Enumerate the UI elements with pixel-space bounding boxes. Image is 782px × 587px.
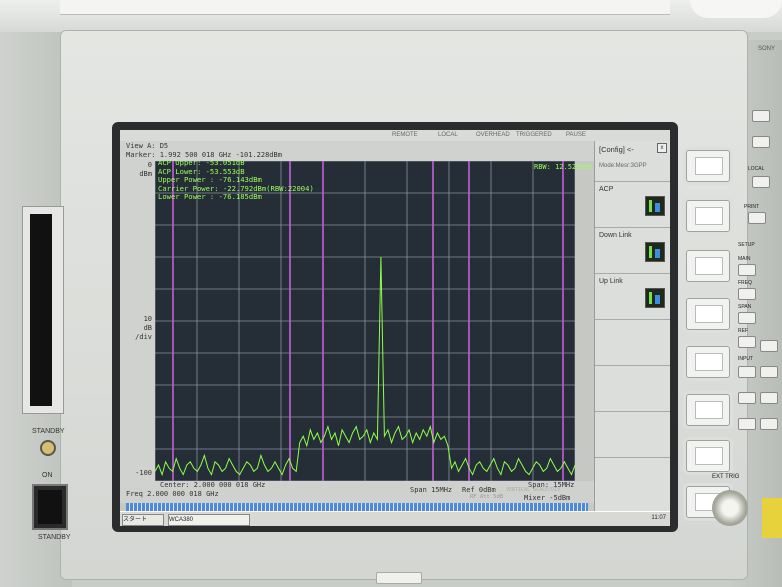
status-bar: REMOTE LOCAL OVERHEAD TRIGGERED PAUSE (120, 130, 670, 141)
ref-label: REF (738, 328, 748, 334)
softkey-button-2[interactable] (686, 200, 730, 232)
bezel-release-tab[interactable] (376, 572, 422, 584)
softkey-button-5[interactable] (686, 346, 730, 378)
freq-label: FREQ (738, 280, 752, 286)
status-overhead: OVERHEAD (476, 132, 510, 138)
main-label: MAIN (738, 256, 751, 262)
softkey-button-3[interactable] (686, 250, 730, 282)
side-menu: [Config] <- x Mode:Mesr:3GPP ACP Down Li… (594, 141, 670, 511)
freq-key[interactable] (738, 288, 756, 300)
analyzer-screen: REMOTE LOCAL OVERHEAD TRIGGERED PAUSE Vi… (120, 130, 670, 526)
input-key-3[interactable] (738, 418, 756, 430)
local-key[interactable] (752, 176, 770, 188)
taskbar-app-button[interactable]: WCA380 (168, 514, 250, 526)
taskbar: スタート WCA380 11:07 (120, 511, 670, 526)
acp-icon (645, 196, 665, 216)
center-frequency: Center: 2.000 000 018 GHz (160, 481, 266, 489)
y-tick-bottom: -100 (135, 469, 152, 477)
standby-label-bottom: STANDBY (38, 534, 71, 541)
ref-level: Ref 0dBm (462, 486, 496, 494)
tray-clock: 11:07 (651, 515, 666, 521)
input-key-1[interactable] (738, 366, 756, 378)
paper-roll (690, 0, 782, 18)
downlink-icon (645, 242, 665, 262)
print-key[interactable] (748, 212, 766, 224)
mixer-level: Mixer -5dBm (524, 494, 571, 502)
y-tick-mid-unit2: /div (135, 333, 152, 341)
menu-title: [Config] <- (599, 145, 634, 154)
numpad-key-1[interactable] (760, 392, 778, 404)
warning-sticker (762, 498, 782, 538)
ext-trig-label: EXT TRIG (712, 474, 740, 480)
paper-tray (60, 0, 670, 15)
measurement-overlay: ACP Upper: -53.051dB ACP Lower: -53.553d… (158, 158, 314, 202)
span-key[interactable] (738, 312, 756, 324)
menu-item-label: ACP (599, 186, 614, 193)
softkey-button-7[interactable] (686, 440, 730, 472)
menu-item-empty-4[interactable] (595, 457, 670, 504)
y-tick-mid: 10 (143, 315, 152, 323)
panel-key-2[interactable] (752, 136, 770, 148)
menu-mode: Mode:Mesr:3GPP (599, 163, 647, 169)
panel-key-1[interactable] (752, 110, 770, 122)
y-tick-top-unit: dBm (139, 170, 152, 178)
standby-label: STANDBY (32, 428, 65, 435)
y-tick-mid-unit: dB (143, 324, 152, 332)
freq-readout: Freq 2.000 000 018 GHz (126, 490, 219, 498)
status-remote: REMOTE (392, 132, 418, 138)
spectrum-svg (154, 160, 576, 482)
softkey-button-6[interactable] (686, 394, 730, 426)
view-label: View A: D5 (126, 142, 169, 150)
numpad-key-0[interactable] (760, 418, 778, 430)
power-button-face (38, 490, 62, 524)
menu-close-button[interactable]: x (657, 143, 667, 153)
spectrum-plot[interactable] (154, 160, 576, 482)
menu-item-empty-3[interactable] (595, 411, 670, 458)
span-label: SPAN (738, 304, 752, 310)
taskbar-app-label: WCA380 (169, 517, 194, 523)
numpad-key-4[interactable] (760, 366, 778, 378)
vertical-scale: VERTICAL SCALE/DIV (506, 487, 561, 493)
status-pause: PAUSE (566, 132, 586, 138)
local-label: LOCAL (748, 166, 765, 172)
standby-led-icon (40, 440, 56, 456)
menu-item-empty-2[interactable] (595, 365, 670, 412)
span-setting: Span 15MHz (410, 486, 453, 494)
start-button[interactable]: スタート (122, 514, 164, 526)
rf-att: RF Att 5dB (470, 494, 504, 500)
lower-power: Lower Power : -76.185dBm (158, 192, 262, 202)
input-label: INPUT (738, 356, 753, 362)
main-key[interactable] (738, 264, 756, 276)
numpad-key-7[interactable] (760, 340, 778, 352)
y-tick-top: 0 (147, 161, 152, 169)
menu-item-empty-1[interactable] (595, 319, 670, 366)
y-axis: 0 dBm 10 dB /div -100 (120, 161, 155, 481)
brand-logo: SONY (758, 46, 776, 52)
floppy-slot (30, 214, 52, 406)
acquisition-progress (126, 503, 588, 511)
menu-item-label: Down Link (599, 232, 632, 239)
rbw-readout: RBW: 12.525kHz (534, 163, 594, 171)
input-key-2[interactable] (738, 392, 756, 404)
on-label: ON (42, 472, 53, 479)
menu-item-down-link[interactable]: Down Link (595, 227, 670, 274)
menu-item-acp[interactable]: ACP (595, 181, 670, 228)
menu-item-label: Up Link (599, 278, 623, 285)
softkey-button-1[interactable] (686, 150, 730, 182)
start-label: スタート (123, 517, 148, 523)
ref-key[interactable] (738, 336, 756, 348)
ext-trig-connector-icon (712, 490, 748, 526)
uplink-icon (645, 288, 665, 308)
softkey-button-4[interactable] (686, 298, 730, 330)
print-label: PRINT (744, 204, 759, 210)
status-triggered: TRIGGERED (516, 132, 552, 138)
menu-item-up-link[interactable]: Up Link (595, 273, 670, 320)
setup-label: SETUP (738, 242, 755, 248)
status-local: LOCAL (438, 132, 458, 138)
frequency-info-bar: Center: 2.000 000 018 GHz Span: 15MHz Fr… (120, 481, 594, 503)
